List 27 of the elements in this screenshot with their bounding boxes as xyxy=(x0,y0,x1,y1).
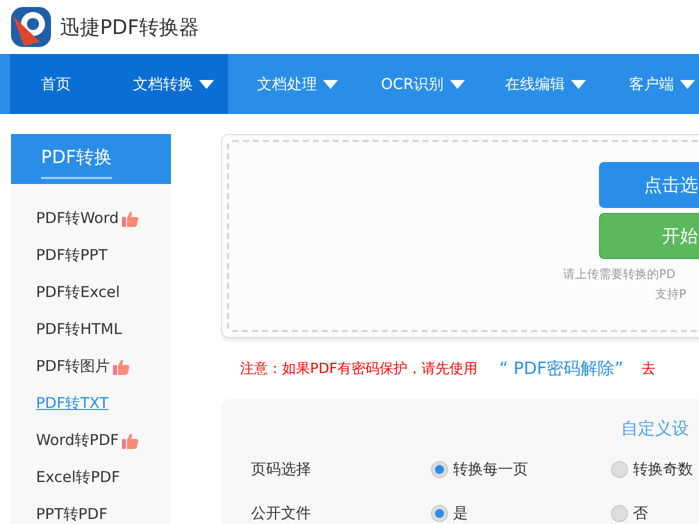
radio-button[interactable] xyxy=(431,460,448,478)
hint-text: 请上传需要转换的PD xyxy=(563,266,676,283)
radio-option[interactable]: 转换每一页 xyxy=(431,460,611,478)
nav-tab[interactable]: 首页 xyxy=(10,54,104,114)
sidebar-title: PDF转换 xyxy=(41,139,112,179)
radio-option[interactable]: 是 xyxy=(431,504,611,522)
setting-label: 页码选择 xyxy=(251,460,312,478)
sidebar-link[interactable]: PDF转Excel xyxy=(36,283,120,302)
sidebar-link[interactable]: PDF转HTML xyxy=(36,320,122,339)
hint-text: 支持P xyxy=(655,286,686,303)
sidebar-link[interactable]: Word转PDF xyxy=(36,431,119,450)
radio-button[interactable] xyxy=(611,504,628,522)
sidebar-link[interactable]: PPT转PDF xyxy=(36,505,108,524)
sidebar-link[interactable]: PDF转PPT xyxy=(36,246,108,265)
setting-label: 公开文件 xyxy=(251,504,312,522)
site-title: 迅捷PDF转换器 xyxy=(60,14,199,40)
sidebar-link[interactable]: PDF转图片 xyxy=(36,357,110,376)
radio-button[interactable] xyxy=(431,504,448,522)
notice-text: 去 xyxy=(641,360,656,378)
logo-icon xyxy=(10,6,52,48)
radio-button[interactable] xyxy=(611,460,628,478)
radio-option[interactable]: 转换奇数 xyxy=(611,460,699,478)
radio-option[interactable]: 否 xyxy=(611,504,699,522)
notice-text: 注意：如果PDF有密码保护，请先使用 xyxy=(240,360,478,378)
sidebar-link[interactable]: PDF转Word xyxy=(36,209,119,228)
sidebar-link[interactable]: Excel转PDF xyxy=(36,468,120,487)
nav-tab[interactable]: 文档转换 xyxy=(104,54,228,114)
